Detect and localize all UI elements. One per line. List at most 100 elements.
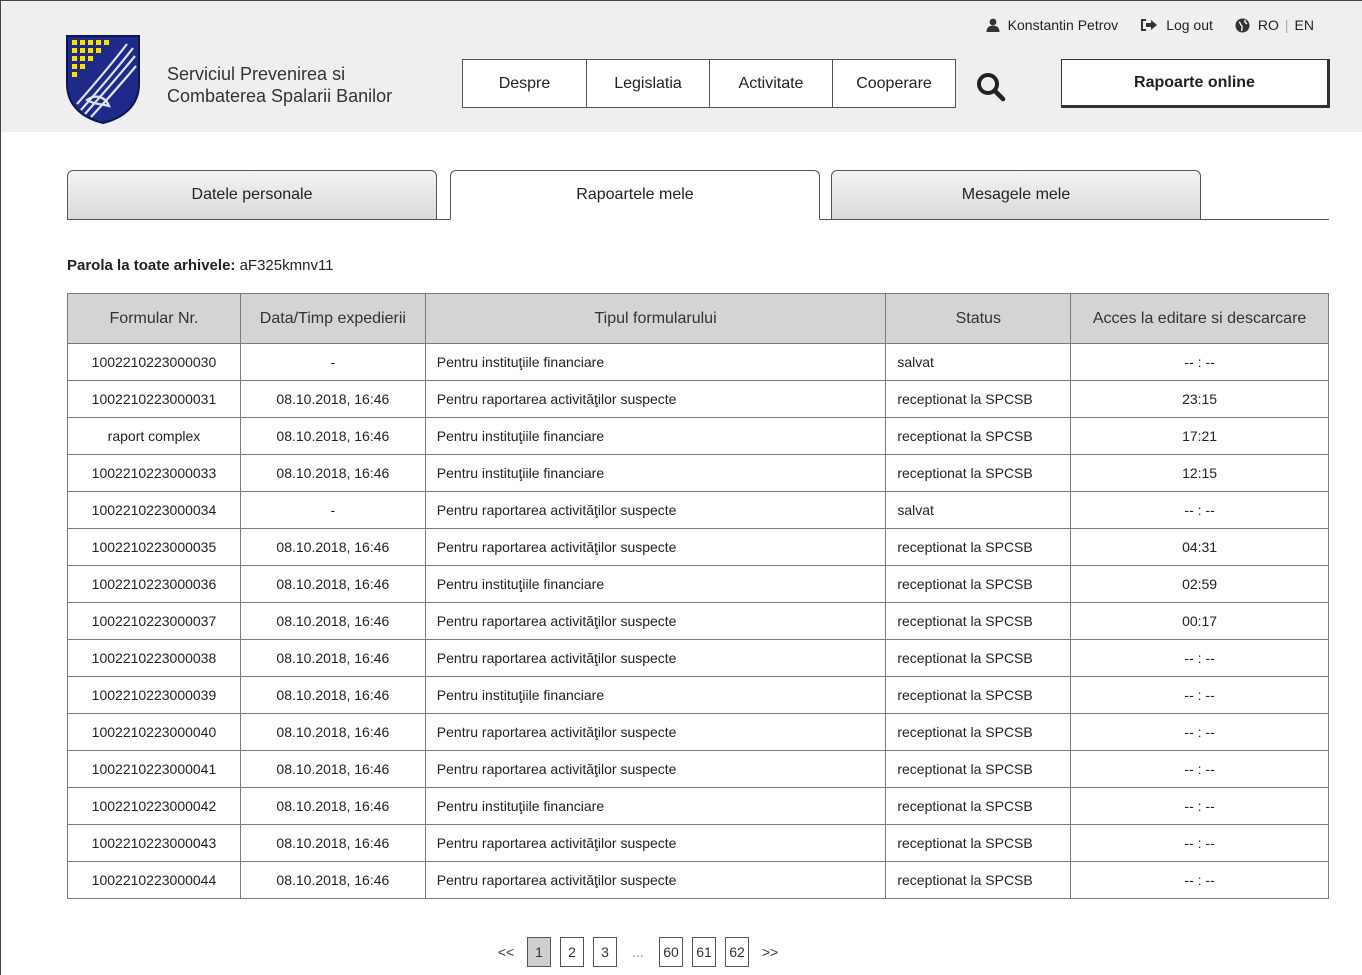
rapoarte-online-button[interactable]: Rapoarte online xyxy=(1061,59,1330,108)
cell-acces[interactable]: 00:17 xyxy=(1070,602,1329,640)
page-button[interactable]: 3 xyxy=(593,937,617,967)
pagination-prev[interactable]: << xyxy=(494,937,518,967)
cell-acces[interactable]: -- : -- xyxy=(1070,491,1329,529)
nav-cooperare[interactable]: Cooperare xyxy=(832,60,955,107)
cell-tipul-formularului: Pentru raportarea activităţilor suspecte xyxy=(424,491,887,529)
table-row[interactable]: raport complex 08.10.2018, 16:46 Pentru in… xyxy=(67,417,1329,455)
cell-status: receptionat la SPCSB xyxy=(885,639,1072,677)
cell-data-timp: 08.10.2018, 16:46 xyxy=(239,639,426,677)
cell-status: receptionat la SPCSB xyxy=(885,417,1072,455)
cell-tipul-formularului: Pentru instituţiile financiare xyxy=(424,676,887,714)
user-profile-link[interactable]: Konstantin Petrov xyxy=(986,17,1118,33)
cell-tipul-formularului: Pentru raportarea activităţilor suspecte xyxy=(424,602,887,640)
search-icon[interactable] xyxy=(975,72,1007,104)
cell-formular-nr[interactable]: 1002210223000033 xyxy=(67,454,241,492)
cell-status: receptionat la SPCSB xyxy=(885,750,1072,788)
cell-acces[interactable]: -- : -- xyxy=(1070,861,1329,899)
table-row[interactable]: 1002210223000043 08.10.2018, 16:46 Pentru … xyxy=(67,824,1329,862)
logout-link[interactable]: Log out xyxy=(1140,17,1213,33)
column-header-data-timp[interactable]: Data/Timp expedierii xyxy=(239,293,426,344)
page-button[interactable]: 2 xyxy=(560,937,584,967)
archive-password-value: aF325kmnv11 xyxy=(239,257,334,274)
cell-acces[interactable]: 17:21 xyxy=(1070,417,1329,455)
cell-acces[interactable]: -- : -- xyxy=(1070,750,1329,788)
lang-ro[interactable]: RO xyxy=(1258,17,1279,33)
cell-acces[interactable]: -- : -- xyxy=(1070,824,1329,862)
pagination-next[interactable]: >> xyxy=(758,937,782,967)
table-row[interactable]: 1002210223000044 08.10.2018, 16:46 Pentru … xyxy=(67,861,1329,899)
page-button[interactable]: 60 xyxy=(659,937,683,967)
cell-formular-nr[interactable]: 1002210223000042 xyxy=(67,787,241,825)
cell-formular-nr[interactable]: 1002210223000038 xyxy=(67,639,241,677)
column-header-tipul[interactable]: Tipul formularului xyxy=(424,293,887,344)
cell-status: receptionat la SPCSB xyxy=(885,454,1072,492)
page-button[interactable]: 61 xyxy=(692,937,716,967)
table-row[interactable]: 1002210223000033 08.10.2018, 16:46 Pentru … xyxy=(67,454,1329,492)
cell-acces[interactable]: -- : -- xyxy=(1070,343,1329,381)
table-row[interactable]: 1002210223000030- Pentru instituţiile fin… xyxy=(67,343,1329,381)
cell-data-timp: 08.10.2018, 16:46 xyxy=(239,676,426,714)
column-header-status[interactable]: Status xyxy=(885,293,1072,344)
table-row[interactable]: 1002210223000042 08.10.2018, 16:46 Pentru … xyxy=(67,787,1329,825)
table-row[interactable]: 1002210223000034- Pentru raportarea activ… xyxy=(67,491,1329,529)
nav-despre[interactable]: Despre xyxy=(463,60,586,107)
column-header-acces[interactable]: Acces la editare si descarcare xyxy=(1070,293,1329,344)
tab-rapoartele-mele[interactable]: Rapoartele mele xyxy=(450,170,820,220)
cell-data-timp: 08.10.2018, 16:46 xyxy=(239,787,426,825)
cell-status: receptionat la SPCSB xyxy=(885,824,1072,862)
cell-data-timp: 08.10.2018, 16:46 xyxy=(239,602,426,640)
cell-acces[interactable]: 12:15 xyxy=(1070,454,1329,492)
page-button[interactable]: 62 xyxy=(725,937,749,967)
cell-acces[interactable]: 04:31 xyxy=(1070,528,1329,566)
cell-status: receptionat la SPCSB xyxy=(885,565,1072,603)
cell-data-timp: - xyxy=(239,491,426,529)
cell-status: receptionat la SPCSB xyxy=(885,676,1072,714)
cell-formular-nr[interactable]: 1002210223000036 xyxy=(67,565,241,603)
cell-formular-nr[interactable]: 1002210223000041 xyxy=(67,750,241,788)
table-row[interactable]: 1002210223000038 08.10.2018, 16:46 Pentru … xyxy=(67,639,1329,677)
logout-icon xyxy=(1141,19,1158,31)
cell-formular-nr[interactable]: 1002210223000030 xyxy=(67,343,241,381)
org-name-line1: Serviciul Prevenirea si xyxy=(167,64,346,84)
cell-formular-nr[interactable]: 1002210223000037 xyxy=(67,602,241,640)
table-row[interactable]: 1002210223000039 08.10.2018, 16:46 Pentru … xyxy=(67,676,1329,714)
table-row[interactable]: 1002210223000041 08.10.2018, 16:46 Pentru … xyxy=(67,750,1329,788)
language-switcher: RO | EN xyxy=(1235,17,1314,33)
nav-activitate[interactable]: Activitate xyxy=(709,60,832,107)
cell-formular-nr[interactable]: raport complex xyxy=(67,417,241,455)
table-row[interactable]: 1002210223000040 08.10.2018, 16:46 Pentru … xyxy=(67,713,1329,751)
cell-acces[interactable]: -- : -- xyxy=(1070,676,1329,714)
table-row[interactable]: 1002210223000036 08.10.2018, 16:46 Pentru … xyxy=(67,565,1329,603)
cell-formular-nr[interactable]: 1002210223000044 xyxy=(67,861,241,899)
cell-acces[interactable]: -- : -- xyxy=(1070,639,1329,677)
organization-name: Serviciul Prevenirea si Combaterea Spala… xyxy=(167,63,392,107)
cell-tipul-formularului: Pentru instituţiile financiare xyxy=(424,417,887,455)
cell-acces[interactable]: -- : -- xyxy=(1070,713,1329,751)
cell-formular-nr[interactable]: 1002210223000031 xyxy=(67,380,241,418)
cell-tipul-formularului: Pentru raportarea activităţilor suspecte xyxy=(424,750,887,788)
cell-formular-nr[interactable]: 1002210223000034 xyxy=(67,491,241,529)
cell-formular-nr[interactable]: 1002210223000043 xyxy=(67,824,241,862)
cell-tipul-formularului: Pentru instituţiile financiare xyxy=(424,787,887,825)
nav-legislatia[interactable]: Legislatia xyxy=(586,60,709,107)
cell-formular-nr[interactable]: 1002210223000040 xyxy=(67,713,241,751)
cell-acces[interactable]: -- : -- xyxy=(1070,787,1329,825)
cell-acces[interactable]: 23:15 xyxy=(1070,380,1329,418)
cell-acces[interactable]: 02:59 xyxy=(1070,565,1329,603)
cell-formular-nr[interactable]: 1002210223000039 xyxy=(67,676,241,714)
lang-en[interactable]: EN xyxy=(1295,17,1314,33)
cell-data-timp: 08.10.2018, 16:46 xyxy=(239,824,426,862)
archive-password-label: Parola la toate arhivele: xyxy=(67,257,236,274)
column-header-formular[interactable]: Formular Nr. xyxy=(67,293,241,344)
lang-separator: | xyxy=(1284,17,1289,33)
table-row[interactable]: 1002210223000037 08.10.2018, 16:46 Pentru … xyxy=(67,602,1329,640)
tab-datele-personale[interactable]: Datele personale xyxy=(67,170,437,220)
pagination-ellipsis: ... xyxy=(632,944,644,960)
table-row[interactable]: 1002210223000031 08.10.2018, 16:46 Pentru … xyxy=(67,380,1329,418)
tab-mesagele-mele[interactable]: Mesagele mele xyxy=(831,170,1201,220)
cell-formular-nr[interactable]: 1002210223000035 xyxy=(67,528,241,566)
table-row[interactable]: 1002210223000035 08.10.2018, 16:46 Pentru … xyxy=(67,528,1329,566)
cell-status: receptionat la SPCSB xyxy=(885,380,1072,418)
table-header-row: Formular Nr. Data/Timp expedierii Tipul … xyxy=(67,293,1329,344)
page-button[interactable]: 1 xyxy=(527,937,551,967)
